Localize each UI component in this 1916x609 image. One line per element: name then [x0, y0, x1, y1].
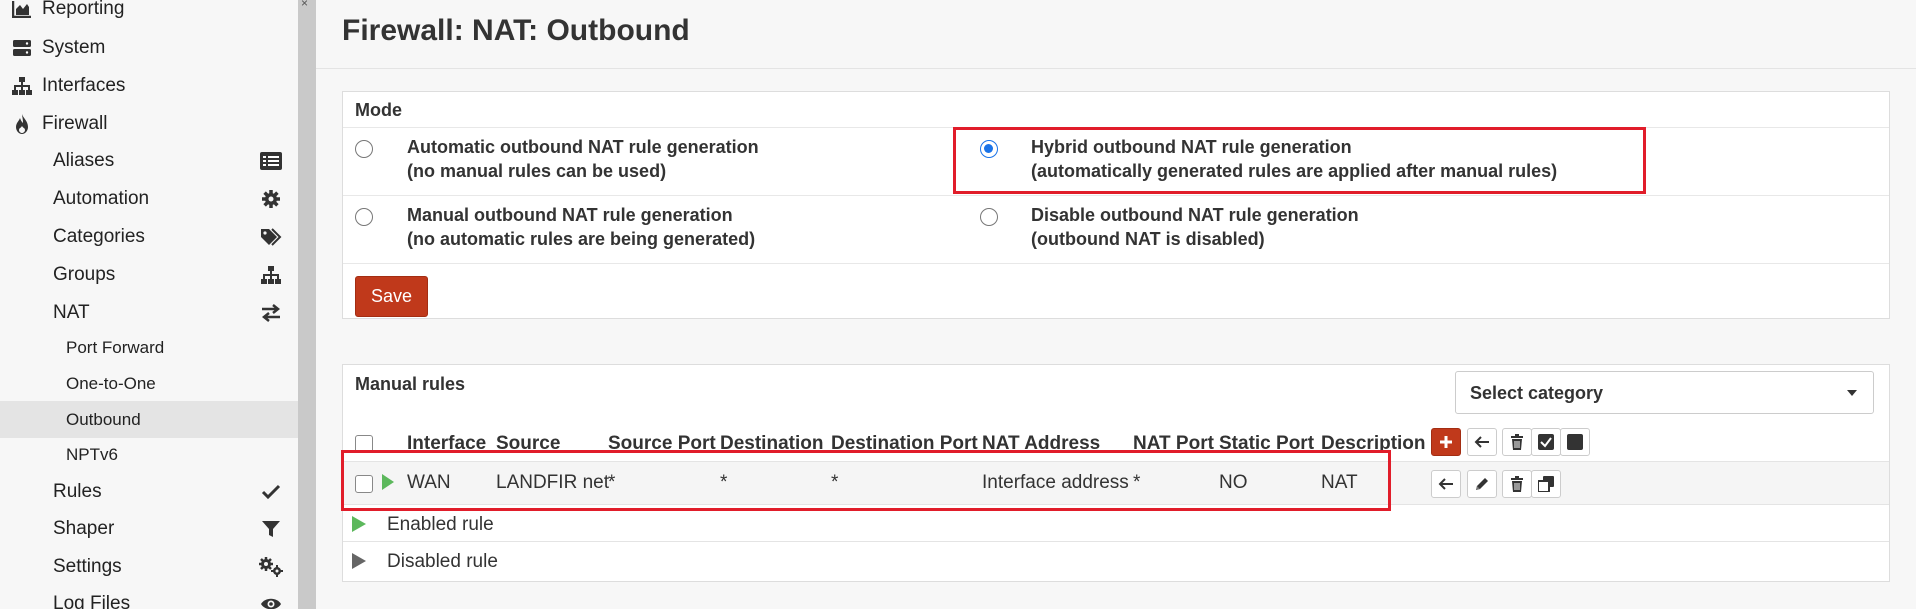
sidebar-item-system[interactable]: System	[0, 30, 298, 66]
mode-option-manual[interactable]: Manual outbound NAT rule generation (no …	[407, 203, 755, 251]
exchange-icon	[258, 301, 284, 325]
arrow-left-icon	[1438, 478, 1453, 490]
mode-actions-row: Save	[343, 263, 1889, 319]
sidebar-item-rules[interactable]: Rules	[0, 474, 298, 510]
radio-automatic[interactable]	[355, 140, 373, 158]
sidebar-item-interfaces[interactable]: Interfaces	[0, 68, 298, 104]
sitemap-icon	[258, 263, 284, 287]
scroll-up-arrow-icon[interactable]: ×	[301, 0, 308, 10]
trash-icon	[1511, 476, 1523, 492]
check-square-icon	[1538, 434, 1554, 450]
table-divider	[343, 541, 1889, 542]
title-divider	[316, 68, 1916, 69]
sidebar-item-port-forward[interactable]: Port Forward	[0, 330, 298, 366]
chevron-down-icon	[1847, 390, 1857, 396]
eye-icon	[258, 592, 284, 609]
delete-selected-button[interactable]	[1502, 428, 1532, 456]
row-move-button[interactable]	[1431, 470, 1461, 498]
main-content: Firewall: NAT: Outbound Mode Automatic o…	[316, 0, 1916, 609]
row-edit-button[interactable]	[1467, 470, 1497, 498]
sidebar-item-firewall[interactable]: Firewall	[0, 106, 298, 142]
rules-header: Manual rules	[355, 374, 466, 394]
pencil-icon	[1476, 478, 1488, 490]
sitemap-icon	[10, 74, 34, 98]
sidebar-item-log-files[interactable]: Log Files	[0, 586, 298, 609]
highlight-box	[341, 450, 1391, 511]
sidebar-item-settings[interactable]: Settings	[0, 549, 298, 585]
mode-row: Manual outbound NAT rule generation (no …	[343, 195, 1889, 263]
sidebar-item-categories[interactable]: Categories	[0, 219, 298, 255]
clone-icon	[1538, 476, 1554, 492]
radio-manual[interactable]	[355, 208, 373, 226]
square-icon	[1567, 434, 1583, 450]
chart-area-icon	[10, 0, 34, 21]
highlight-box	[953, 127, 1646, 194]
play-disabled-icon	[351, 551, 367, 577]
mode-panel: Mode Automatic outbound NAT rule generat…	[342, 91, 1890, 319]
plus-icon	[1440, 436, 1452, 448]
save-button[interactable]: Save	[355, 276, 428, 317]
manual-rules-panel: Manual rules Select category Interface S…	[341, 364, 1890, 582]
list-icon	[258, 149, 284, 173]
tags-icon	[258, 225, 284, 249]
server-icon	[10, 36, 34, 60]
sidebar-item-nat[interactable]: NAT	[0, 295, 298, 331]
arrow-left-icon	[1474, 436, 1489, 448]
category-select[interactable]: Select category	[1455, 371, 1874, 414]
play-enabled-icon	[351, 514, 367, 540]
disable-selected-button[interactable]	[1560, 428, 1590, 456]
add-rule-button[interactable]	[1431, 428, 1461, 456]
sidebar-scrollbar[interactable]	[298, 0, 316, 609]
gear-icon	[258, 187, 284, 211]
gears-icon	[258, 555, 284, 579]
radio-disable[interactable]	[980, 208, 998, 226]
sidebar-item-automation[interactable]: Automation	[0, 181, 298, 217]
sidebar-item-nptv6[interactable]: NPTv6	[0, 437, 298, 473]
page-title: Firewall: NAT: Outbound	[342, 14, 690, 47]
row-clone-button[interactable]	[1531, 470, 1561, 498]
check-icon	[258, 480, 284, 504]
sidebar-item-groups[interactable]: Groups	[0, 257, 298, 293]
sidebar-item-reporting[interactable]: Reporting	[0, 0, 298, 27]
sidebar-item-outbound[interactable]: Outbound	[0, 401, 298, 438]
filter-icon	[258, 517, 284, 541]
mode-option-automatic[interactable]: Automatic outbound NAT rule generation (…	[407, 135, 759, 183]
row-delete-button[interactable]	[1502, 470, 1532, 498]
sidebar-item-shaper[interactable]: Shaper	[0, 511, 298, 547]
enable-selected-button[interactable]	[1531, 428, 1561, 456]
fire-icon	[10, 112, 34, 136]
trash-icon	[1511, 434, 1523, 450]
move-selected-button[interactable]	[1467, 428, 1497, 456]
mode-header: Mode	[355, 100, 402, 120]
sidebar-item-aliases[interactable]: Aliases	[0, 143, 298, 179]
mode-option-disable[interactable]: Disable outbound NAT rule generation (ou…	[1031, 203, 1359, 251]
sidebar-item-one-to-one[interactable]: One-to-One	[0, 366, 298, 402]
